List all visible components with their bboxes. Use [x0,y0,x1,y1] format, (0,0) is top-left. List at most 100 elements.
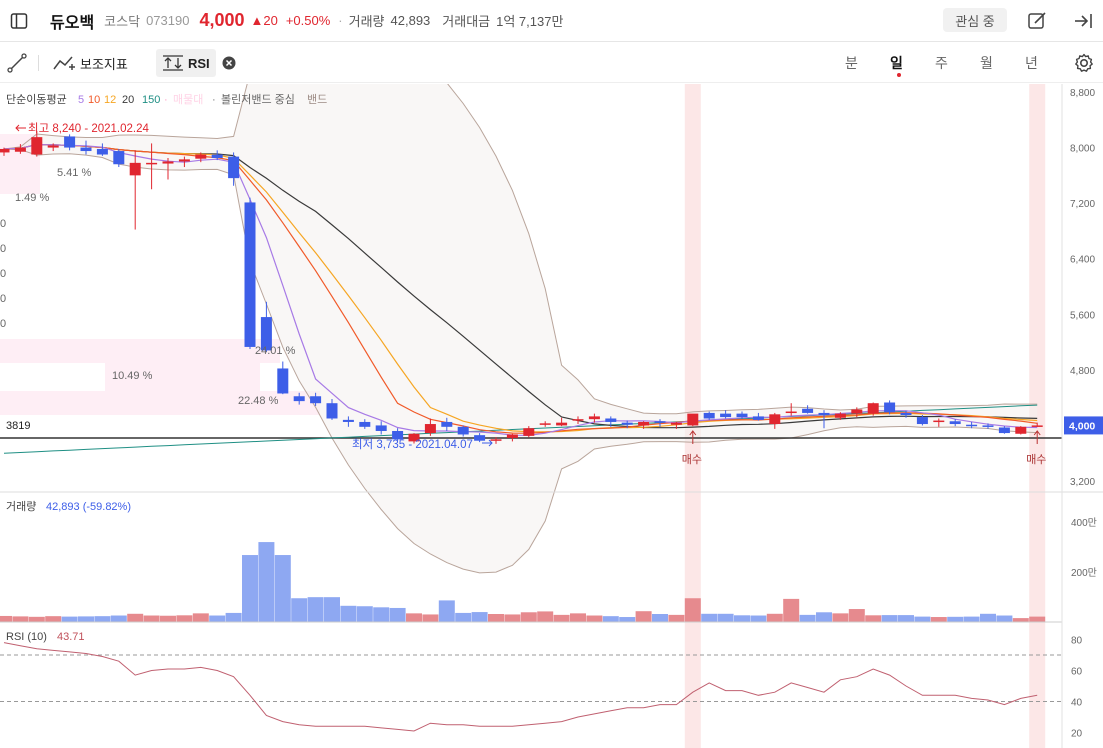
volume-bar [766,613,783,622]
period-year[interactable]: 년 [1025,53,1038,73]
legend-dot: · [164,94,168,106]
volume-bar [160,615,176,622]
volume-bar [914,616,931,622]
current-price: 4,000 [199,10,245,30]
candle-body [375,425,387,431]
volume-bar [701,613,718,622]
rsi-indicator-chip[interactable]: RSI [156,49,216,77]
sidebar-toggle-icon[interactable] [2,0,36,42]
volume-bar [12,616,29,622]
candle-body [277,368,289,394]
candle [1015,426,1027,435]
rsi-label: RSI [188,55,210,71]
profile-pct-label: 0 [0,318,6,330]
candle-body [1031,425,1043,427]
candle-body [654,421,666,423]
volume-bar [0,615,12,622]
volume-bar [570,613,586,622]
candle-body [146,162,158,165]
volume-bar [684,598,701,622]
price-tick-label: 7,200 [1070,199,1095,210]
volume-bar [45,616,62,622]
collapse-panel-icon[interactable] [1070,8,1096,34]
candle-body [457,426,469,435]
candle-body [178,159,190,162]
watchlist-button[interactable]: 관심 중 [943,8,1007,32]
volume-bar [192,613,209,622]
volume-bar [930,617,947,622]
candle-body [244,202,256,347]
market-label: 코스닥 [104,14,141,29]
price-tick-label: 8,000 [1070,144,1095,155]
volume-bar [520,612,537,622]
candle-body [687,413,699,426]
volume-tick-label: 200만 [1071,567,1097,579]
volume-value: 42,893 (-59.82%) [46,501,131,513]
indicator-button[interactable]: 보조지표 [52,49,128,77]
candle-body [506,434,518,438]
candle-body [359,421,371,427]
rsi-title: RSI (10) [6,631,47,643]
legend-band: 밴드 [307,93,327,106]
candle-body [64,136,76,148]
candle-body [31,137,43,155]
header-bar: 듀오백 코스닥 073190 4,000 ▲20 +0.50% · 거래량 42… [0,0,1103,42]
stock-chart[interactable]: 단순이동평균 5 10 12 20 150 · 매물대 · 볼린저밴드 중심 밴드최고 8,240 … [0,84,1103,748]
candle [277,361,289,395]
rsi-value: 43.71 [57,631,85,643]
volume-bar [635,611,652,622]
candle-body [982,425,994,427]
drawing-tool-icon[interactable] [6,49,28,77]
volume-bar [980,613,996,622]
active-period-dot [897,73,901,77]
amount-value: 1억 7,137만 [496,14,564,29]
legend-title: 단순이동평균 [6,93,67,106]
volume-bar [455,612,472,622]
toolbar-divider [38,55,39,71]
volume-bar [143,615,160,622]
current-price-tag-label: 4,000 [1069,420,1095,432]
remove-rsi-icon[interactable] [222,49,236,77]
candle-body [474,435,486,441]
rsi-tick-label: 80 [1071,636,1083,647]
stock-code: 073190 [146,13,190,28]
volume-bar [602,616,619,622]
volume-profile-bar [0,339,280,363]
candle-body [818,412,830,416]
volume-bar [406,613,422,622]
rsi-icon [163,55,183,71]
candle-body [785,411,797,414]
chart-toolbar: 보조지표 RSI 분 일 주 월 년 [0,43,1103,83]
period-day[interactable]: 일 [890,53,903,73]
volume-bar [898,615,914,622]
candle-body [1015,426,1027,434]
candle-body [966,424,978,427]
profile-pct-label: 0 [0,243,6,255]
volume-bar [127,613,144,622]
profile-pct-label: 1.49 % [15,192,49,204]
edit-icon[interactable] [1024,8,1050,34]
price-tick-label: 3,200 [1070,477,1095,488]
candle-body [211,154,223,158]
volume-bar [258,542,275,622]
volume-bar [176,615,193,622]
candle-body [539,423,551,425]
candle-body [720,413,732,418]
period-month[interactable]: 월 [980,53,993,73]
rsi-tick-label: 60 [1071,667,1083,678]
candle-body [638,421,650,426]
buy-signal-label: 매수 [1026,453,1046,466]
legend-dot: · [212,94,216,106]
candle-body [228,156,240,179]
profile-pct-label: 0 [0,268,6,280]
candle-body [900,412,912,416]
volume-bar [881,615,898,622]
volume-bar [848,609,865,622]
period-week[interactable]: 주 [935,53,948,73]
legend-period-5: 5 [78,94,84,106]
period-minute[interactable]: 분 [845,53,858,73]
settings-gear-icon[interactable] [1073,49,1095,77]
candle [884,400,896,415]
volume-bar [94,616,111,622]
candle-body [310,396,322,404]
